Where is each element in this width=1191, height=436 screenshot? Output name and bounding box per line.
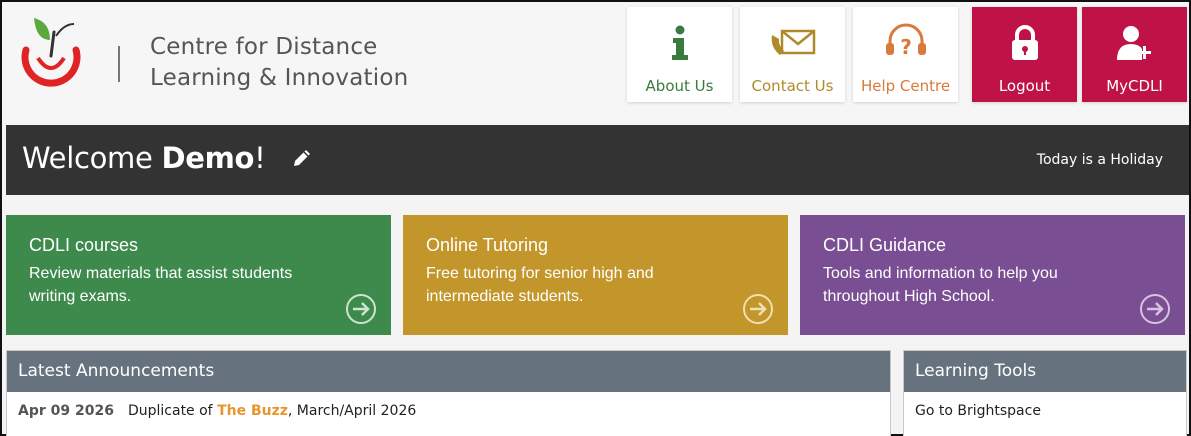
arrow-right-circle-icon[interactable] [742, 293, 774, 325]
nav-mycdli-label: MyCDLI [1106, 77, 1163, 95]
cdli-logo-icon[interactable] [16, 12, 86, 92]
pencil-icon[interactable] [291, 147, 313, 169]
nav-mycdli[interactable]: MyCDLI [1082, 7, 1187, 102]
announcement-link[interactable]: The Buzz [217, 403, 288, 419]
nav-contact-us[interactable]: Contact Us [740, 7, 845, 102]
announcement-suffix: , March/April 2026 [287, 403, 417, 419]
logo-divider [118, 46, 120, 82]
promo-title: Online Tutoring [426, 235, 549, 255]
promo-desc: Review materials that assist students wr… [29, 265, 293, 305]
svg-text:?: ? [900, 35, 912, 59]
org-name: Centre for Distance Learning & Innovatio… [150, 32, 408, 94]
info-icon [627, 21, 732, 65]
welcome-bar: Welcome Demo! Today is a Holiday [6, 125, 1189, 195]
promo-title: CDLI Guidance [823, 235, 947, 255]
nav-about-us-label: About Us [645, 77, 714, 95]
site-header: Centre for Distance Learning & Innovatio… [2, 2, 1189, 120]
learning-tool-brightspace[interactable]: Go to Brightspace [904, 392, 1186, 419]
user-name: Demo [161, 141, 255, 175]
envelope-icon [740, 21, 845, 65]
announcements-panel: Latest Announcements Apr 09 2026 Duplicat… [6, 350, 891, 436]
announcements-title: Latest Announcements [7, 351, 890, 392]
nav-about-us[interactable]: About Us [627, 7, 732, 102]
lock-icon [972, 21, 1077, 65]
welcome-heading: Welcome Demo! [22, 141, 266, 175]
holiday-status: Today is a Holiday [1036, 152, 1163, 168]
nav-help-centre[interactable]: ? Help Centre [853, 7, 958, 102]
nav-logout[interactable]: Logout [972, 7, 1077, 102]
arrow-right-circle-icon[interactable] [345, 293, 377, 325]
arrow-right-circle-icon[interactable] [1139, 293, 1171, 325]
promo-cdli-guidance[interactable]: CDLI Guidance Tools and information to h… [800, 215, 1185, 335]
announcement-item: Apr 09 2026 Duplicate of The Buzz, March/… [7, 392, 890, 419]
learning-tools-title: Learning Tools [904, 351, 1186, 392]
welcome-suffix: ! [254, 141, 266, 175]
org-name-line1: Centre for Distance [150, 34, 378, 60]
announcement-prefix: Duplicate of [127, 403, 218, 419]
nav-logout-label: Logout [998, 77, 1051, 95]
org-name-line2: Learning & Innovation [150, 65, 409, 91]
promo-desc: Free tutoring for senior high and interm… [426, 265, 654, 305]
learning-tools-panel: Learning Tools Go to Brightspace [903, 350, 1187, 436]
announcement-date: Apr 09 2026 [18, 403, 114, 419]
nav-contact-us-label: Contact Us [751, 77, 834, 95]
nav-help-centre-label: Help Centre [860, 77, 951, 95]
promo-title: CDLI courses [29, 235, 139, 255]
promo-desc: Tools and information to help you throug… [823, 265, 1058, 305]
promo-cdli-courses[interactable]: CDLI courses Review materials that assis… [6, 215, 391, 335]
welcome-prefix: Welcome [22, 141, 162, 175]
user-add-icon [1082, 21, 1187, 65]
promo-online-tutoring[interactable]: Online Tutoring Free tutoring for senior… [403, 215, 788, 335]
headset-icon: ? [853, 21, 958, 65]
